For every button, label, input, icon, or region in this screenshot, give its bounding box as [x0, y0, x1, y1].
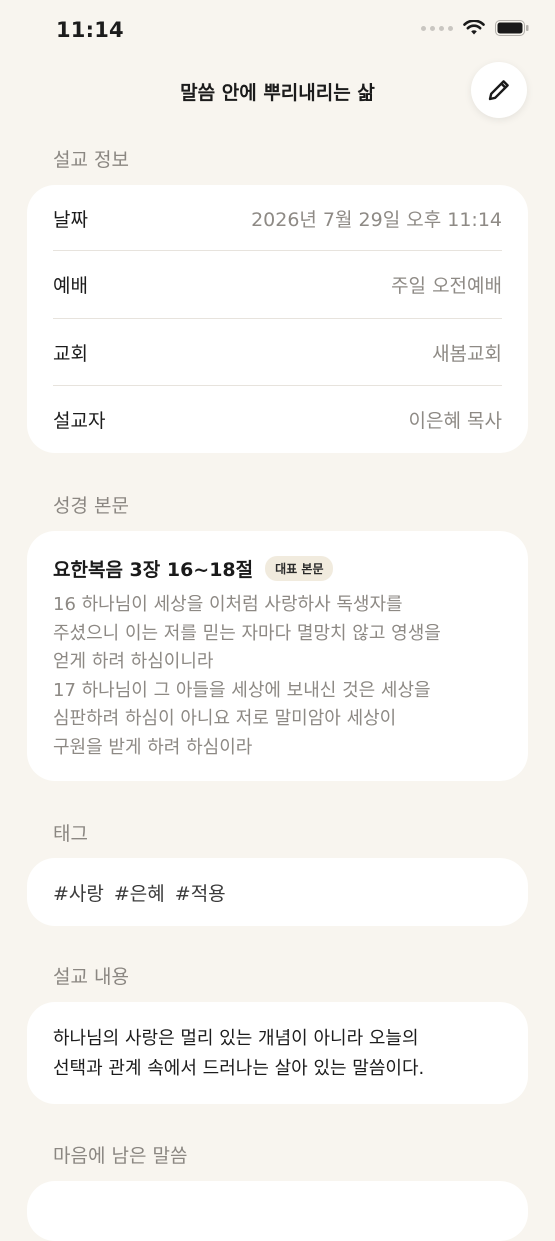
signal-dots-icon [421, 25, 453, 31]
edit-button[interactable] [471, 62, 527, 118]
row-value: 2026년 7월 29일 오후 11:14 [251, 209, 502, 231]
tag-item[interactable]: #사랑 [53, 879, 104, 906]
row-label: 예배 [53, 275, 88, 297]
row-value: 주일 오전예배 [391, 275, 502, 297]
info-row-preacher[interactable]: 설교자 이은혜 목사 [53, 386, 502, 453]
section-label-sermon-content: 설교 내용 [53, 966, 129, 988]
navigation-bar: 말씀 안에 뿌리내리는 삶 [0, 62, 555, 120]
row-label: 날짜 [53, 209, 88, 231]
info-row-date[interactable]: 날짜 2026년 7월 29일 오후 11:14 [53, 185, 502, 252]
row-label: 설교자 [53, 410, 106, 432]
battery-icon [495, 20, 529, 36]
row-value: 이은혜 목사 [408, 410, 502, 432]
tag-item[interactable]: #적용 [175, 879, 226, 906]
sermon-content-card[interactable]: 하나님의 사랑은 멀리 있는 개념이 아니라 오늘의 선택과 관계 속에서 드러… [27, 1002, 528, 1104]
passage-text: 16 하나님이 세상을 이처럼 사랑하사 독생자를 주셨으니 이는 저를 믿는 … [53, 594, 441, 758]
row-value: 새봄교회 [432, 343, 502, 365]
tag-list: #사랑 #은혜 #적용 [53, 858, 226, 926]
passage-reference: 요한복음 3장 16~18절 [53, 559, 254, 581]
section-label-tags: 태그 [53, 823, 88, 845]
memorable-card[interactable] [27, 1181, 528, 1241]
status-time: 11:14 [56, 18, 124, 42]
wifi-icon [463, 20, 485, 35]
section-label-sermon-info: 설교 정보 [53, 149, 129, 171]
tag-item[interactable]: #은혜 [114, 879, 165, 906]
info-row-service[interactable]: 예배 주일 오전예배 [53, 251, 502, 318]
scripture-card[interactable]: 요한복음 3장 16~18절 대표 본문 16 하나님이 세상을 이처럼 사랑하… [27, 531, 528, 781]
section-label-scripture: 성경 본문 [53, 495, 129, 517]
tags-card: #사랑 #은혜 #적용 [27, 858, 528, 926]
sermon-content-text: 하나님의 사랑은 멀리 있는 개념이 아니라 오늘의 선택과 관계 속에서 드러… [53, 1028, 425, 1079]
passage-header: 요한복음 3장 16~18절 대표 본문 [53, 555, 334, 582]
info-row-church[interactable]: 교회 새봄교회 [53, 319, 502, 386]
sermon-info-card: 날짜 2026년 7월 29일 오후 11:14 예배 주일 오전예배 교회 새… [27, 185, 528, 453]
status-bar: 11:14 [0, 0, 555, 62]
status-icons [421, 20, 529, 36]
main-passage-badge: 대표 본문 [265, 556, 334, 581]
pencil-icon [488, 80, 509, 101]
section-label-memorable: 마음에 남은 말씀 [53, 1145, 188, 1167]
row-label: 교회 [53, 343, 88, 365]
